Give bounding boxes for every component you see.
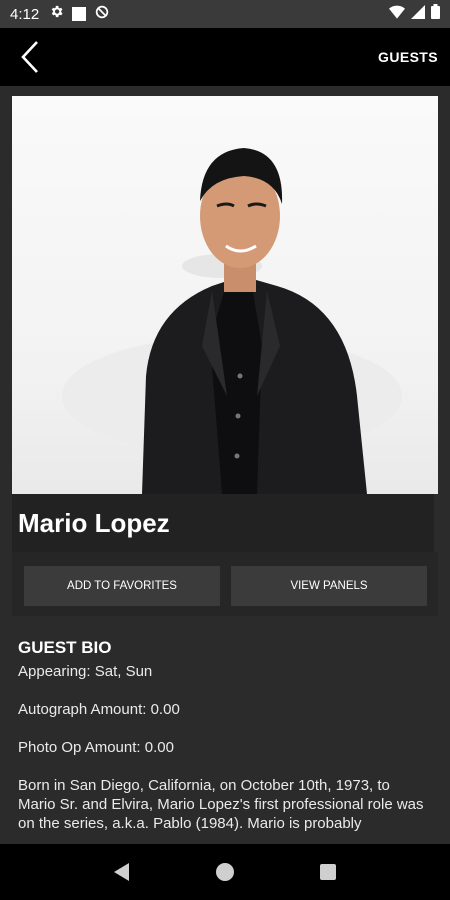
data-saver-icon <box>94 4 110 25</box>
status-icons-left <box>49 4 110 25</box>
guest-name: Mario Lopez <box>18 507 170 538</box>
guest-actions: ADD TO FAVORITES VIEW PANELS <box>12 552 438 616</box>
bio-text: Born in San Diego, California, on Octobe… <box>18 777 424 832</box>
view-panels-button[interactable]: VIEW PANELS <box>231 566 427 606</box>
nav-recents-button[interactable] <box>308 852 348 892</box>
bio-heading: GUEST BIO <box>18 638 112 657</box>
square-icon <box>72 7 87 21</box>
guest-bio: GUEST BIO Appearing: Sat, Sun Autograph … <box>18 638 428 833</box>
system-nav-bar <box>0 844 450 900</box>
status-icons-right <box>389 4 440 24</box>
app-bar: GUESTS <box>0 28 450 86</box>
guest-photo <box>12 96 438 494</box>
nav-back-button[interactable] <box>102 852 142 892</box>
add-to-favorites-button[interactable]: ADD TO FAVORITES <box>24 566 220 606</box>
wifi-icon <box>389 5 405 24</box>
back-button[interactable] <box>0 28 60 86</box>
signal-icon <box>411 4 425 24</box>
page-title: GUESTS <box>378 49 438 65</box>
back-triangle-icon <box>113 863 129 881</box>
status-time: 4:12 <box>10 5 40 23</box>
guest-detail-content[interactable]: Mario Lopez ADD TO FAVORITES VIEW PANELS… <box>0 86 450 844</box>
guest-name-row: Mario Lopez <box>12 494 434 552</box>
autograph-amount: Autograph Amount: 0.00 <box>18 701 180 718</box>
gear-icon <box>49 4 64 24</box>
battery-icon <box>431 4 440 24</box>
appearing-days: Appearing: Sat, Sun <box>18 663 153 680</box>
status-bar: 4:12 <box>0 0 450 28</box>
recents-square-icon <box>320 864 337 880</box>
home-circle-icon <box>215 863 234 881</box>
chevron-left-icon <box>21 41 38 73</box>
photo-op-amount: Photo Op Amount: 0.00 <box>18 739 174 756</box>
nav-home-button[interactable] <box>205 852 245 892</box>
